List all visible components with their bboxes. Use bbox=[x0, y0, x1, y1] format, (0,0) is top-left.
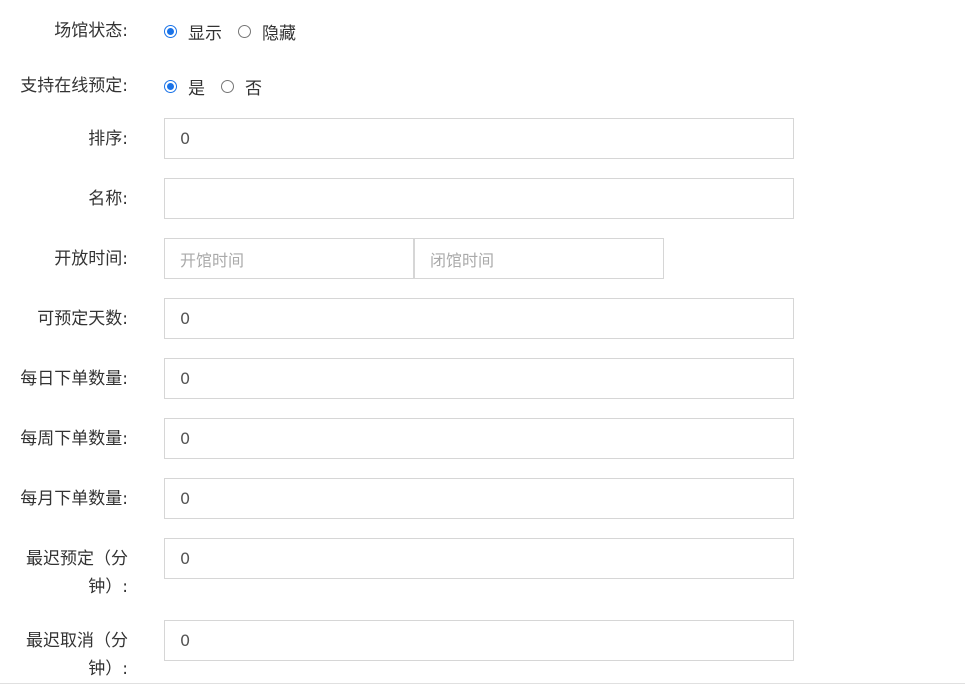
open-time-start-input[interactable]: 开馆时间 bbox=[164, 238, 414, 279]
sort-label: 排序: bbox=[88, 129, 128, 149]
venue-status-radio-group: 显示 隐藏 bbox=[164, 17, 312, 45]
weekly-orders-label: 每周下单数量: bbox=[20, 429, 128, 449]
latest-booking-label: 最迟预定（分 钟）: bbox=[4, 545, 128, 601]
latest-cancel-label-line1: 最迟取消（分 bbox=[26, 631, 128, 651]
latest-booking-label-line2: 钟）: bbox=[88, 577, 128, 597]
venue-status-hide-radio[interactable]: 隐藏 bbox=[238, 19, 296, 44]
radio-unchecked-icon[interactable] bbox=[221, 79, 234, 93]
online-booking-radio-group: 是 否 bbox=[164, 72, 278, 100]
latest-booking-label-line1: 最迟预定（分 bbox=[26, 549, 128, 569]
bookable-days-input[interactable]: 0 bbox=[164, 298, 794, 339]
daily-orders-label: 每日下单数量: bbox=[20, 369, 128, 389]
online-booking-no-label: 否 bbox=[245, 78, 262, 99]
name-label: 名称: bbox=[88, 189, 128, 209]
venue-status-hide-label: 隐藏 bbox=[262, 23, 296, 44]
latest-cancel-input[interactable]: 0 bbox=[164, 620, 794, 661]
weekly-orders-input[interactable]: 0 bbox=[164, 418, 794, 459]
online-booking-yes-label: 是 bbox=[188, 78, 205, 99]
latest-booking-input[interactable]: 0 bbox=[164, 538, 794, 579]
venue-status-show-radio[interactable]: 显示 bbox=[164, 19, 222, 44]
open-time-end-input[interactable]: 闭馆时间 bbox=[414, 238, 664, 279]
online-booking-no-radio[interactable]: 否 bbox=[221, 74, 262, 99]
monthly-orders-label: 每月下单数量: bbox=[20, 489, 128, 509]
venue-status-show-label: 显示 bbox=[188, 23, 222, 44]
bookable-days-label: 可预定天数: bbox=[37, 309, 128, 329]
open-time-label: 开放时间: bbox=[54, 249, 128, 269]
latest-cancel-label-line2: 钟）: bbox=[88, 659, 128, 679]
radio-checked-icon[interactable] bbox=[164, 79, 177, 93]
monthly-orders-input[interactable]: 0 bbox=[164, 478, 794, 519]
daily-orders-input[interactable]: 0 bbox=[164, 358, 794, 399]
sort-input[interactable]: 0 bbox=[164, 118, 794, 159]
online-booking-label: 支持在线预定: bbox=[20, 76, 128, 96]
online-booking-yes-radio[interactable]: 是 bbox=[164, 74, 205, 99]
radio-unchecked-icon[interactable] bbox=[238, 24, 251, 38]
latest-cancel-label: 最迟取消（分 钟）: bbox=[4, 627, 128, 683]
venue-status-label: 场馆状态: bbox=[54, 21, 128, 41]
radio-checked-icon[interactable] bbox=[164, 24, 177, 38]
name-input[interactable] bbox=[164, 178, 794, 219]
